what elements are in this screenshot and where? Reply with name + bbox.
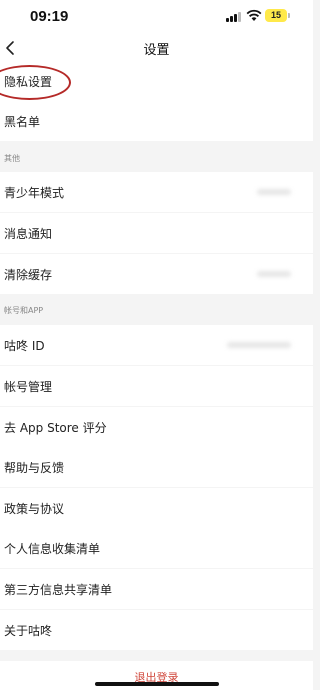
row-label: 政策与协议 [4,502,65,516]
settings-row-clear-cache[interactable]: 清除缓存 [0,254,313,294]
row-value-obscured [257,189,291,195]
page-title: 设置 [143,43,170,58]
row-value-obscured [227,342,291,348]
settings-row-third-party-sharing[interactable]: 第三方信息共享清单 [0,569,313,609]
row-label: 帮助与反馈 [4,461,65,475]
section-label: 其他 [4,154,20,163]
cellular-signal-icon [226,12,242,22]
home-indicator [95,682,219,686]
settings-row-teen-mode[interactable]: 青少年模式 [0,172,313,212]
status-bar: 09:19 15 [0,0,313,34]
row-label: 消息通知 [4,227,53,241]
section-label: 帐号和APP [4,306,44,315]
row-label: 第三方信息共享清单 [4,583,113,597]
settings-row-personal-info-list[interactable]: 个人信息收集清单 [0,528,313,568]
status-time: 09:19 [30,8,69,25]
wifi-icon [246,9,262,21]
navigation-bar: 设置 [0,34,313,62]
settings-row-blacklist[interactable]: 黑名单 [0,101,313,141]
settings-row-policy-agreement[interactable]: 政策与协议 [0,488,313,528]
row-label: 去 App Store 评分 [4,421,107,435]
settings-row-help-feedback[interactable]: 帮助与反馈 [0,447,313,487]
row-value-obscured [257,271,291,277]
row-label: 青少年模式 [4,186,65,200]
row-label: 咕咚 ID [4,339,45,353]
row-label: 黑名单 [4,115,41,129]
battery-icon: 15 [265,9,287,22]
row-label: 清除缓存 [4,268,53,282]
row-label: 帐号管理 [4,380,53,394]
row-label: 个人信息收集清单 [4,542,101,556]
settings-row-account-management[interactable]: 帐号管理 [0,366,313,406]
row-label: 关于咕咚 [4,624,53,638]
section-header-account: 帐号和APP [0,298,313,323]
settings-row-codoon-id[interactable]: 咕咚 ID [0,325,313,365]
settings-row-about[interactable]: 关于咕咚 [0,610,313,650]
settings-row-notifications[interactable]: 消息通知 [0,213,313,253]
battery-cap [288,13,290,18]
settings-row-app-store-rating[interactable]: 去 App Store 评分 [0,407,313,447]
section-header-other: 其他 [0,146,313,171]
